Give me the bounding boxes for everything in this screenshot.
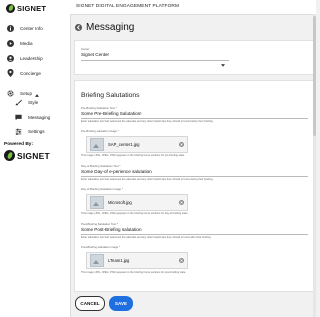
delete-icon[interactable]: [178, 200, 184, 206]
sidebar-item-settings[interactable]: Settings: [14, 127, 45, 135]
sidebar-item-center-info[interactable]: Center Info: [6, 24, 43, 32]
image-thumbnail-icon: [90, 196, 104, 209]
brush-icon: [14, 98, 22, 106]
file-name: Microsoft.jpg: [108, 200, 132, 205]
signet-logo-icon: [4, 150, 15, 161]
post-input-underline: [81, 234, 308, 235]
delete-icon[interactable]: [178, 142, 184, 148]
section-title: Briefing Salutations: [81, 92, 140, 99]
chevron-down-icon[interactable]: [221, 54, 225, 72]
briefing-card: Briefing Salutations Pre-Briefing Saluta…: [74, 80, 315, 292]
dayof-salutation-input[interactable]: Some Day-of e-perience salutation: [81, 169, 152, 174]
location-icon: [6, 69, 14, 77]
post-image-helper: This image (JPG, JPEG, PNG) appears in t…: [81, 271, 187, 274]
pre-image-label: Pre-Briefing salutation image *: [81, 129, 119, 133]
pre-input-underline: [81, 118, 308, 119]
media-icon: [6, 39, 14, 47]
person-icon: [6, 54, 14, 62]
pre-image-helper: This image (JPG, JPEG, PNG) appears in t…: [81, 154, 185, 157]
sliders-icon: [14, 127, 22, 135]
delete-icon[interactable]: [178, 258, 184, 264]
post-image-upload[interactable]: LTeam1.jpg: [86, 252, 188, 269]
sidebar-item-label: Setup: [20, 90, 33, 96]
logo-text: SIGNET: [17, 4, 47, 13]
file-name: SAP_center1.jpg: [108, 142, 140, 147]
center-card: Center Signet Center: [74, 40, 315, 75]
signet-logo-icon: [6, 4, 15, 13]
cancel-button[interactable]: CANCEL: [75, 296, 105, 311]
page-header: Messaging: [75, 22, 134, 33]
pre-salutation-input[interactable]: Some Pre-Briefing Salutation!: [81, 111, 142, 116]
gear-icon: [6, 89, 14, 97]
dayof-input-underline: [81, 176, 308, 177]
top-bar: SIGNET DIGITAL ENGAGEMENT PLATFORM: [70, 0, 316, 15]
dayof-image-upload[interactable]: Microsoft.jpg: [86, 194, 188, 211]
center-select-underline: [81, 60, 229, 61]
page-title: Messaging: [86, 22, 135, 33]
post-text-helper: Enter salutation text that welcomes the …: [81, 236, 212, 239]
pre-text-helper: Enter salutation text that welcomes the …: [81, 120, 214, 123]
image-thumbnail-icon: [90, 254, 104, 267]
sidebar-item-label: Concierge: [20, 70, 41, 76]
scrollbar-thumb[interactable]: [313, 16, 316, 136]
image-thumbnail-icon: [90, 138, 104, 151]
sidebar-item-label: Settings: [28, 128, 45, 134]
sidebar-item-style[interactable]: Style: [14, 98, 38, 106]
sidebar-item-label: Leadership: [20, 55, 43, 61]
sidebar-item-label: Center Info: [20, 25, 43, 31]
pre-image-upload[interactable]: SAP_center1.jpg: [86, 136, 188, 153]
center-label: Center: [81, 47, 90, 51]
chat-icon: [14, 113, 22, 121]
save-button[interactable]: SAVE: [109, 296, 133, 311]
pre-text-label: Pre-Briefing Salutation Text *: [81, 106, 117, 110]
sidebar-item-label: Style: [28, 99, 39, 105]
dayof-image-helper: This image (JPG, JPEG, PNG) appears in t…: [81, 212, 189, 215]
platform-title: SIGNET DIGITAL ENGAGEMENT PLATFORM: [76, 4, 180, 9]
sidebar-item-label: Media: [20, 40, 33, 46]
sidebar: SIGNET Center Info Media Leadership Conc…: [0, 0, 71, 317]
sidebar-item-messaging[interactable]: Messaging: [14, 113, 50, 121]
signet-logo-footer: SIGNET: [4, 150, 50, 161]
logo-text: SIGNET: [17, 150, 50, 161]
center-select-value[interactable]: Signet Center: [81, 52, 109, 57]
powered-by-label: Powered By:: [4, 142, 34, 147]
dayof-image-label: Day-of Briefing Salutation image *: [81, 187, 123, 191]
sidebar-item-leadership[interactable]: Leadership: [6, 54, 43, 62]
file-name: LTeam1.jpg: [108, 258, 130, 263]
back-arrow-icon[interactable]: [75, 24, 82, 31]
signet-logo[interactable]: SIGNET: [6, 4, 46, 13]
info-icon: [6, 24, 14, 32]
sidebar-item-label: Messaging: [28, 114, 51, 120]
post-salutation-input[interactable]: Some Post-Briefing salutation: [81, 227, 142, 232]
dayof-text-label: Day-of Briefing Salutation Text *: [81, 164, 121, 168]
sidebar-item-media[interactable]: Media: [6, 39, 33, 47]
sidebar-item-concierge[interactable]: Concierge: [6, 69, 41, 77]
dayof-text-helper: Enter salutation text that welcomes the …: [81, 178, 214, 181]
post-text-label: Post-Briefing Salutation Text *: [81, 222, 118, 226]
post-image-label: Post-Briefing salutation image *: [81, 245, 121, 249]
